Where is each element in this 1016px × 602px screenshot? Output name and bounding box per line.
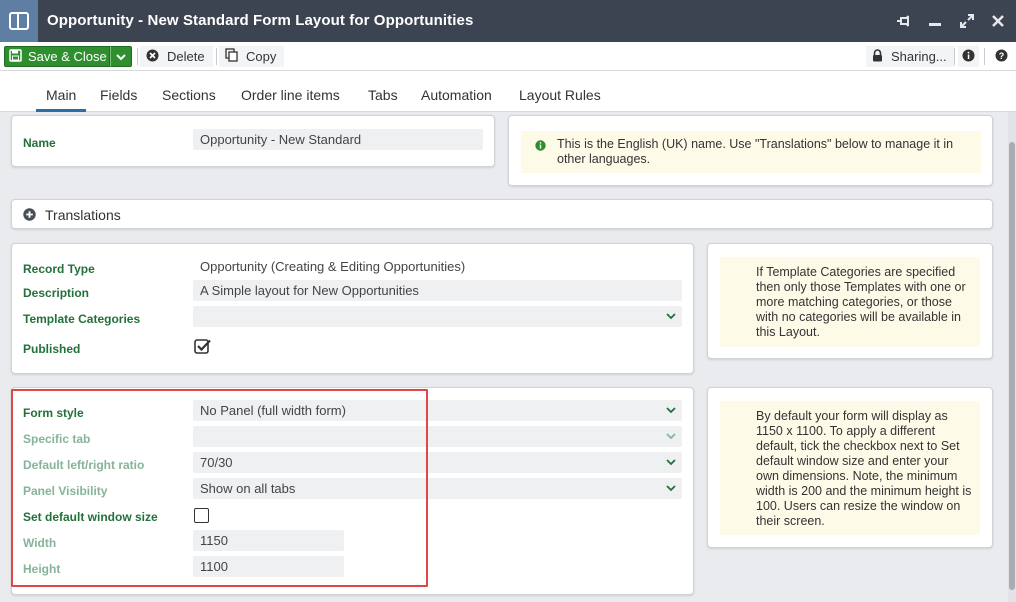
scrollbar-thumb[interactable]	[1009, 142, 1015, 590]
height-input[interactable]: 1100	[193, 556, 344, 577]
name-info-box: This is the English (UK) name. Use "Tran…	[521, 131, 981, 173]
translations-panel[interactable]: Translations	[11, 199, 993, 229]
window-size-info-box: By default your form will display as 115…	[720, 401, 980, 535]
chevron-down-icon	[666, 426, 676, 447]
panel-visibility-label: Panel Visibility	[23, 484, 108, 498]
window-title: Opportunity - New Standard Form Layout f…	[47, 12, 474, 29]
sharing-button[interactable]: Sharing...	[866, 46, 955, 67]
tab-tabs[interactable]: Tabs	[358, 71, 408, 112]
window-size-info-card: By default your form will display as 115…	[707, 387, 993, 548]
save-close-button[interactable]: Save & Close	[4, 46, 110, 67]
form-style-label: Form style	[23, 406, 84, 420]
save-close-label: Save & Close	[28, 49, 107, 64]
form-style-value: No Panel (full width form)	[200, 403, 346, 418]
toolbar-divider	[954, 48, 955, 65]
name-info-text: This is the English (UK) name. Use "Tran…	[557, 137, 954, 166]
maximize-icon[interactable]	[956, 0, 978, 42]
set-default-size-checkbox[interactable]	[194, 508, 209, 523]
copy-button[interactable]: Copy	[219, 46, 285, 67]
toolbar: Save & Close Delete Copy Sharing... ?	[0, 42, 1016, 71]
lock-icon	[872, 48, 883, 65]
chevron-down-icon	[666, 306, 676, 327]
svg-text:?: ?	[999, 51, 1005, 61]
template-info-text: If Template Categories are specified the…	[756, 265, 966, 339]
ratio-value: 70/30	[200, 455, 233, 470]
specific-tab-select[interactable]	[193, 426, 682, 447]
toolbar-divider	[216, 48, 217, 65]
panel-visibility-select[interactable]: Show on all tabs	[193, 478, 682, 499]
width-input[interactable]: 1150	[193, 530, 344, 551]
minimize-icon[interactable]	[924, 0, 946, 42]
copy-icon	[225, 48, 238, 65]
name-card: Name Opportunity - New Standard	[11, 115, 495, 167]
window-titlebar: Opportunity - New Standard Form Layout f…	[0, 0, 1016, 42]
description-input[interactable]: A Simple layout for New Opportunities	[193, 280, 682, 301]
chevron-down-icon	[116, 49, 126, 64]
help-icon: ?	[995, 49, 1008, 65]
record-type-label: Record Type	[23, 262, 95, 276]
template-categories-label: Template Categories	[23, 312, 141, 326]
toolbar-divider	[137, 48, 138, 65]
width-label: Width	[23, 536, 57, 550]
ratio-label: Default left/right ratio	[23, 458, 145, 472]
chevron-down-icon	[666, 452, 676, 473]
tab-fields[interactable]: Fields	[90, 71, 147, 112]
chevron-down-icon	[666, 400, 676, 421]
copy-label: Copy	[246, 49, 277, 64]
tab-sections[interactable]: Sections	[152, 71, 226, 112]
tab-layout-rules[interactable]: Layout Rules	[509, 71, 611, 112]
tab-main[interactable]: Main	[36, 71, 87, 112]
main-content: Name Opportunity - New Standard This is …	[0, 112, 1008, 602]
delete-icon	[146, 49, 159, 65]
info-button[interactable]	[958, 46, 979, 67]
record-card: Record Type Opportunity (Creating & Edit…	[11, 243, 694, 374]
sharing-label: Sharing...	[891, 49, 947, 64]
delete-label: Delete	[167, 49, 205, 64]
info-icon	[962, 49, 975, 65]
published-checkbox[interactable]	[194, 338, 212, 358]
set-default-size-label: Set default window size	[23, 510, 158, 524]
tab-automation[interactable]: Automation	[411, 71, 502, 112]
description-label: Description	[23, 286, 90, 300]
name-info-card: This is the English (UK) name. Use "Tran…	[508, 115, 993, 186]
template-categories-select[interactable]	[193, 306, 682, 327]
tab-order-line-items[interactable]: Order line items	[231, 71, 350, 112]
help-button[interactable]: ?	[995, 46, 1008, 67]
published-label: Published	[23, 342, 81, 356]
chevron-down-icon	[666, 478, 676, 499]
layout-panel-icon[interactable]	[0, 0, 38, 42]
translations-label: Translations	[45, 207, 121, 223]
height-label: Height	[23, 562, 61, 576]
close-icon[interactable]	[987, 0, 1009, 42]
panel-visibility-value: Show on all tabs	[200, 481, 296, 496]
vertical-scrollbar[interactable]	[1008, 112, 1016, 602]
template-info-box: If Template Categories are specified the…	[720, 257, 980, 347]
ratio-select[interactable]: 70/30	[193, 452, 682, 473]
record-type-value: Opportunity (Creating & Editing Opportun…	[200, 259, 466, 274]
form-style-select[interactable]: No Panel (full width form)	[193, 400, 682, 421]
template-info-card: If Template Categories are specified the…	[707, 243, 993, 359]
tab-bar: Main Fields Sections Order line items Ta…	[0, 71, 1016, 112]
save-options-dropdown[interactable]	[110, 46, 132, 67]
window-size-info-text: By default your form will display as 115…	[756, 409, 972, 528]
plus-circle-icon[interactable]	[23, 208, 36, 224]
specific-tab-label: Specific tab	[23, 432, 91, 446]
toolbar-divider	[984, 48, 985, 65]
save-icon	[9, 48, 22, 65]
name-input[interactable]: Opportunity - New Standard	[193, 129, 483, 150]
pin-icon[interactable]	[893, 0, 915, 42]
form-style-card: Form style No Panel (full width form) Sp…	[11, 387, 694, 595]
delete-button[interactable]: Delete	[140, 46, 213, 67]
info-circle-icon	[535, 140, 546, 155]
name-label: Name	[23, 136, 56, 150]
